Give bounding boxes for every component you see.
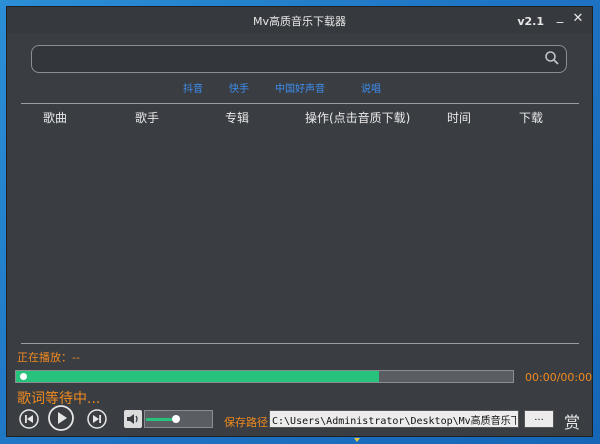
column-header-operation: 操作(点击音质下载) <box>305 111 411 125</box>
column-header-album: 专辑 <box>225 111 250 125</box>
playback-progress-bar[interactable] <box>15 370 514 383</box>
title-bar[interactable]: Mv高质音乐下载器 v2.1 _ ✕ <box>7 7 592 33</box>
play-icon <box>48 405 74 435</box>
search-bar <box>31 45 567 73</box>
browse-button[interactable]: ... <box>524 410 554 428</box>
app-window: Mv高质音乐下载器 v2.1 _ ✕ 抖音 快手 中国好声音 说唱 歌曲 歌手 … <box>6 6 593 437</box>
close-button[interactable]: ✕ <box>570 11 586 26</box>
now-playing-label: 正在播放：-- <box>17 351 80 364</box>
list-bottom-border <box>21 343 579 344</box>
quick-link-rap[interactable]: 说唱 <box>361 80 381 95</box>
quick-link-kuaishou[interactable]: 快手 <box>229 80 249 95</box>
mute-button[interactable] <box>124 410 142 428</box>
table-header-top-border <box>21 103 579 104</box>
reward-button[interactable]: 赏 <box>564 409 580 433</box>
taskbar-indicator <box>354 438 360 442</box>
previous-icon <box>19 409 39 433</box>
column-header-singer: 歌手 <box>135 111 160 125</box>
volume-handle[interactable] <box>172 415 181 423</box>
version-label: v2.1 <box>517 15 544 28</box>
minimize-button[interactable]: _ <box>552 9 568 24</box>
progress-handle[interactable] <box>20 373 27 380</box>
save-path-input[interactable] <box>272 412 516 426</box>
window-title: Mv高质音乐下载器 <box>253 15 346 28</box>
search-input[interactable] <box>40 50 544 70</box>
next-icon <box>87 409 107 433</box>
speaker-icon <box>124 413 142 432</box>
column-header-duration: 时间 <box>447 111 472 125</box>
search-icon[interactable] <box>544 50 560 70</box>
play-button[interactable] <box>48 405 74 435</box>
quick-link-douyin[interactable]: 抖音 <box>183 80 203 95</box>
previous-button[interactable] <box>19 409 39 433</box>
quick-link-voice-of-china[interactable]: 中国好声音 <box>275 80 325 95</box>
progress-fill <box>16 371 379 382</box>
next-button[interactable] <box>87 409 107 433</box>
column-header-download: 下载 <box>519 111 544 125</box>
save-path-field <box>269 410 519 428</box>
volume-slider[interactable] <box>144 410 213 428</box>
save-path-label: 保存路径 <box>224 416 268 429</box>
column-header-song: 歌曲 <box>43 111 68 125</box>
playback-time: 00:00/00:00 <box>525 371 593 384</box>
song-results-list[interactable] <box>21 127 579 341</box>
